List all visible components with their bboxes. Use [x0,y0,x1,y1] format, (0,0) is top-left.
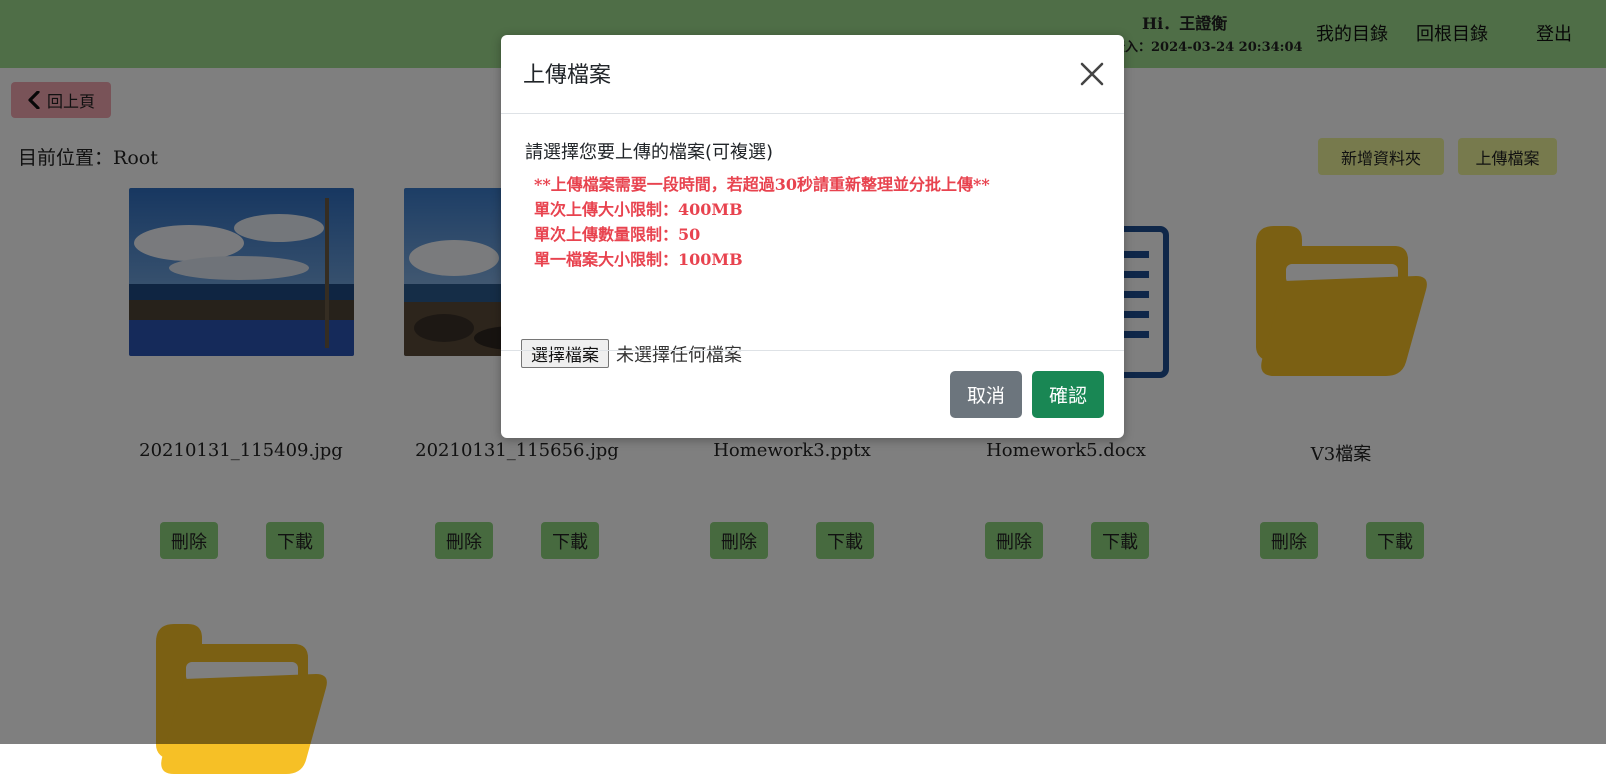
file-size-limit-note: 單一檔案大小限制：100MB [534,250,743,269]
modal-title: 上傳檔案 [523,63,612,88]
modal-footer: 取消 確認 [501,350,1124,439]
cancel-button[interactable]: 取消 [950,371,1022,418]
upload-limits: **上傳檔案需要一段時間，若超過30秒請重新整理並分批上傳** 單次上傳大小限制… [534,172,990,272]
upload-prompt: 請選擇您要上傳的檔案(可複選) [525,142,774,163]
modal-header: 上傳檔案 [501,35,1124,114]
confirm-button[interactable]: 確認 [1032,371,1104,418]
close-icon[interactable] [1079,61,1105,87]
upload-modal: 上傳檔案 請選擇您要上傳的檔案(可複選) **上傳檔案需要一段時間，若超過30秒… [501,35,1124,438]
size-limit-note: 單次上傳大小限制：400MB [534,200,743,219]
count-limit-note: 單次上傳數量限制：50 [534,225,701,244]
upload-warning: **上傳檔案需要一段時間，若超過30秒請重新整理並分批上傳** [534,175,990,194]
